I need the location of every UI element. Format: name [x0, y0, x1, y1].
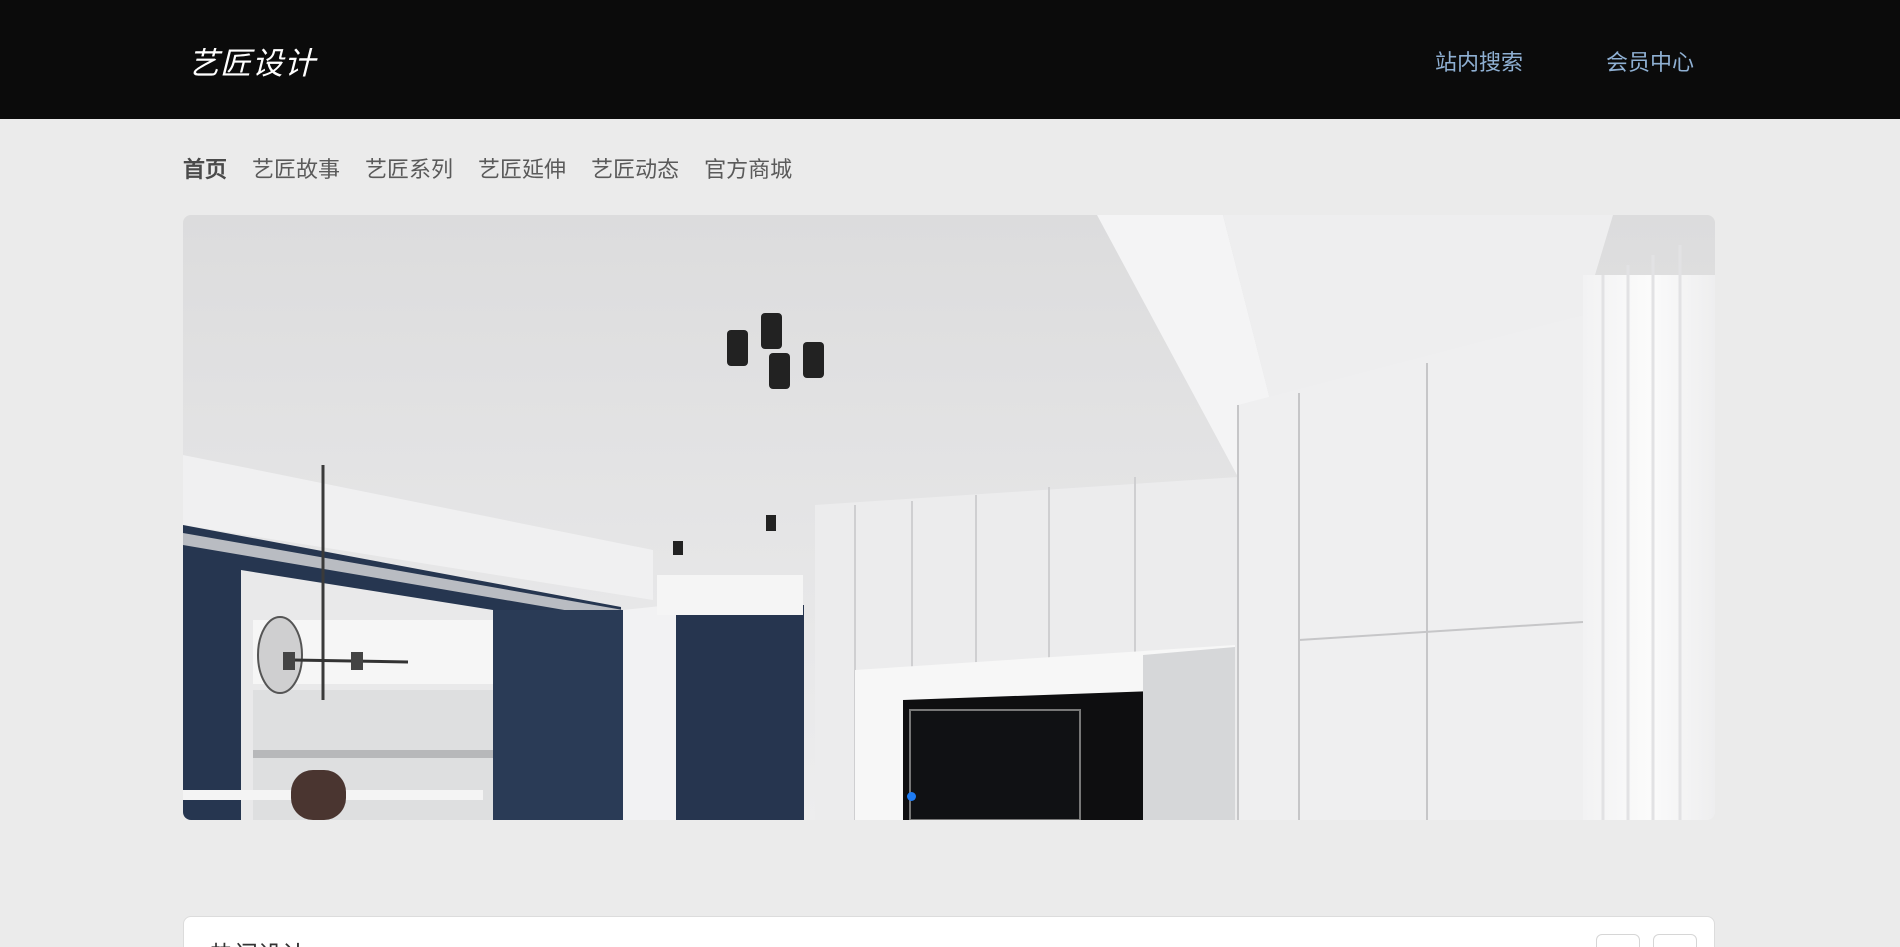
hot-designs-panel: 热门设计: [183, 916, 1715, 947]
site-logo[interactable]: 艺匠设计: [188, 38, 316, 83]
hero-image: [183, 215, 1715, 820]
main-nav: 首页 艺匠故事 艺匠系列 艺匠延伸 艺匠动态 官方商城: [183, 152, 792, 184]
member-center-link[interactable]: 会员中心: [1606, 45, 1694, 77]
prev-page-button[interactable]: [1596, 934, 1640, 947]
nav-item-shop[interactable]: 官方商城: [704, 152, 792, 184]
nav-item-news[interactable]: 艺匠动态: [591, 152, 679, 184]
nav-item-series[interactable]: 艺匠系列: [365, 152, 453, 184]
nav-item-story[interactable]: 艺匠故事: [252, 152, 340, 184]
hot-designs-title: 热门设计: [210, 935, 306, 947]
next-page-button[interactable]: [1653, 934, 1697, 947]
nav-item-home[interactable]: 首页: [183, 152, 227, 184]
hero-carousel[interactable]: [183, 215, 1715, 820]
site-search-link[interactable]: 站内搜索: [1435, 45, 1523, 77]
site-header: 艺匠设计 站内搜索 会员中心: [0, 0, 1900, 119]
carousel-indicator-dot[interactable]: [907, 792, 916, 801]
nav-item-extension[interactable]: 艺匠延伸: [478, 152, 566, 184]
